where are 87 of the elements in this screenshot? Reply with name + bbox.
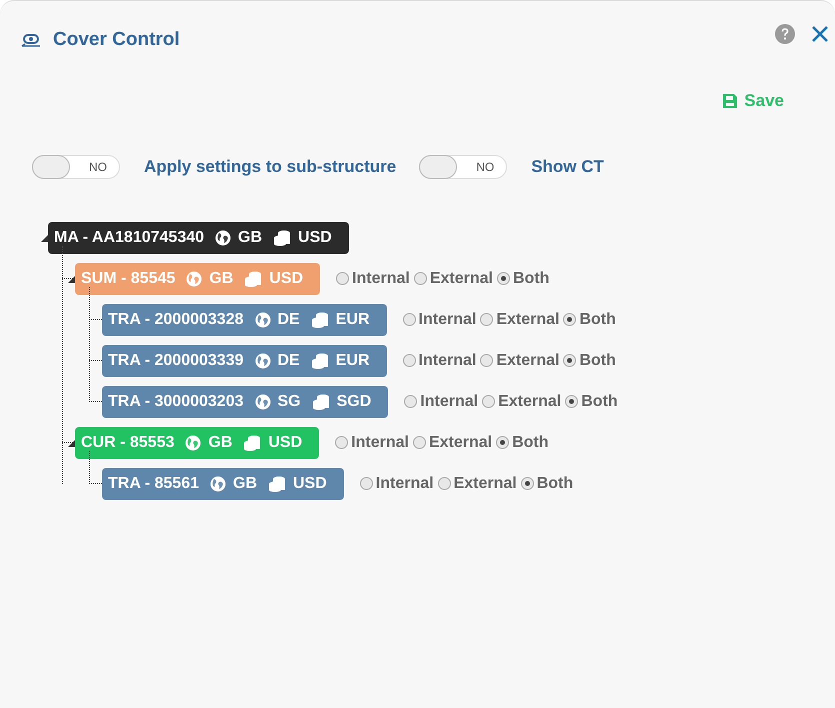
- globe-icon: [254, 394, 270, 410]
- radio-option[interactable]: Internal: [336, 270, 410, 288]
- globe-icon: [210, 476, 226, 492]
- radio-option[interactable]: Internal: [402, 352, 476, 370]
- tree-node[interactable]: MA - AA1810745340 GB USD: [48, 222, 349, 254]
- toggle-label: Apply settings to sub-structure: [144, 157, 396, 177]
- close-icon[interactable]: [811, 25, 829, 43]
- node-label: TRA - 3000003203: [108, 392, 244, 410]
- toggle-switch[interactable]: NO: [419, 155, 508, 179]
- toggle-switch[interactable]: NO: [32, 155, 120, 179]
- radio-button[interactable]: [414, 272, 427, 285]
- radio-button[interactable]: [412, 436, 426, 449]
- radio-button[interactable]: [480, 354, 494, 367]
- node-label: CUR - 85553: [81, 434, 174, 452]
- radio-option[interactable]: Both: [520, 474, 574, 492]
- country-code: GB: [238, 228, 262, 246]
- globe-icon: [185, 434, 202, 450]
- radio-button[interactable]: [360, 477, 373, 490]
- radio-button[interactable]: [520, 477, 534, 490]
- globe-icon: [254, 312, 270, 328]
- country-code: GB: [233, 474, 257, 492]
- radio-button[interactable]: [496, 272, 510, 285]
- radio-button[interactable]: [480, 313, 494, 326]
- country-code: DE: [278, 352, 300, 370]
- radio-option[interactable]: External: [438, 474, 517, 492]
- radio-button[interactable]: [402, 313, 416, 326]
- tree-node[interactable]: TRA - 2000003328 DE EUR: [102, 304, 387, 336]
- radio-button[interactable]: [482, 395, 496, 408]
- radio-button[interactable]: [402, 354, 416, 367]
- radio-button[interactable]: [496, 436, 510, 449]
- help-icon[interactable]: [775, 24, 795, 44]
- tree-node[interactable]: TRA - 85561 GB USD: [102, 468, 344, 500]
- country-code: SG: [278, 392, 301, 410]
- currency-code: SGD: [336, 392, 372, 410]
- radio-option[interactable]: External: [412, 434, 492, 452]
- radio-option[interactable]: Internal: [404, 392, 478, 410]
- radio-button[interactable]: [565, 395, 578, 408]
- radio-option[interactable]: Internal: [360, 474, 434, 492]
- globe-icon: [186, 270, 202, 286]
- coins-icon: [310, 312, 329, 328]
- radio-option[interactable]: External: [480, 352, 560, 370]
- globe-icon: [254, 352, 270, 368]
- coins-icon: [268, 476, 286, 492]
- node-label: MA - AA1810745340: [54, 228, 204, 246]
- currency-code: USD: [268, 434, 302, 452]
- radio-option[interactable]: Both: [563, 352, 616, 370]
- node-label: TRA - 2000003328: [108, 310, 244, 328]
- radio-option[interactable]: Internal: [402, 310, 476, 328]
- country-code: GB: [208, 434, 232, 452]
- node-label: TRA - 2000003339: [108, 352, 244, 370]
- currency-code: EUR: [336, 352, 370, 370]
- tree-node[interactable]: TRA - 2000003339 DE EUR: [102, 344, 387, 376]
- radio-option[interactable]: External: [482, 392, 562, 410]
- radio-option[interactable]: External: [414, 270, 493, 288]
- country-code: GB: [209, 270, 234, 288]
- transfer-icon: [21, 32, 41, 48]
- node-label: TRA - 85561: [108, 474, 199, 492]
- window-title: Cover Control: [53, 29, 180, 51]
- coins-icon: [310, 352, 329, 368]
- currency-code: EUR: [336, 310, 370, 328]
- node-label: SUM - 85545: [81, 270, 176, 288]
- radio-button[interactable]: [438, 477, 451, 490]
- expand-triangle-icon[interactable]: [68, 276, 75, 283]
- radio-option[interactable]: Both: [496, 270, 550, 288]
- radio-option[interactable]: Both: [563, 310, 616, 328]
- country-code: DE: [278, 310, 300, 328]
- radio-button[interactable]: [563, 313, 576, 326]
- coins-icon: [273, 230, 292, 246]
- radio-button[interactable]: [563, 354, 576, 367]
- radio-option[interactable]: Both: [496, 434, 549, 452]
- currency-code: USD: [298, 228, 332, 246]
- currency-code: USD: [269, 270, 304, 288]
- radio-button[interactable]: [336, 272, 350, 285]
- radio-option[interactable]: Internal: [335, 434, 409, 452]
- radio-option[interactable]: Both: [565, 392, 618, 410]
- radio-button[interactable]: [404, 395, 418, 408]
- globe-icon: [215, 230, 232, 246]
- coins-icon: [312, 394, 330, 410]
- tree-node[interactable]: TRA - 3000003203 SG SGD: [102, 386, 388, 418]
- coins-icon: [244, 270, 262, 286]
- coins-icon: [243, 434, 262, 450]
- radio-option[interactable]: External: [480, 310, 560, 328]
- currency-code: USD: [293, 474, 327, 492]
- expand-triangle-icon[interactable]: [68, 440, 75, 447]
- toggle-label: Show CT: [531, 157, 604, 177]
- radio-button[interactable]: [335, 436, 348, 449]
- expand-triangle-icon[interactable]: [41, 235, 48, 242]
